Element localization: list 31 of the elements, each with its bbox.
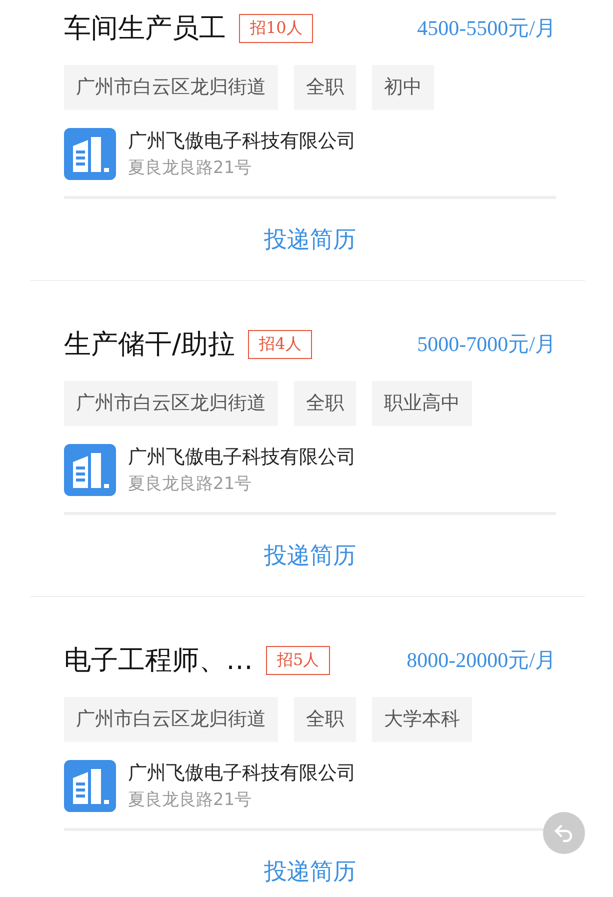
job-title: 车间生产员工 [64, 12, 226, 46]
job-tag: 广州市白云区龙归街道 [64, 697, 278, 742]
building-icon [64, 760, 116, 812]
job-tag: 全职 [294, 697, 356, 742]
job-tag: 广州市白云区龙归街道 [64, 65, 278, 110]
company-address: 夏良龙良路21号 [128, 157, 253, 179]
salary: 5000-7000元/月 [417, 331, 556, 358]
company-address: 夏良龙良路21号 [128, 789, 253, 811]
company-name: 广州飞傲电子科技有限公司 [128, 761, 356, 786]
job-title: 电子工程师、… [64, 644, 253, 678]
job-title: 生产储干/助拉 [64, 328, 236, 362]
headcount-tag: 招10人 [239, 14, 314, 42]
job-tag: 广州市白云区龙归街道 [64, 381, 278, 426]
back-button[interactable] [543, 812, 585, 854]
job-tag: 大学本科 [372, 697, 472, 742]
company-address: 夏良龙良路21号 [128, 473, 253, 495]
headcount-tag: 招4人 [248, 330, 312, 358]
job-tag: 全职 [294, 65, 356, 110]
apply-button[interactable]: 投递简历 [258, 515, 362, 596]
job-tag: 初中 [372, 65, 434, 110]
apply-button[interactable]: 投递简历 [258, 199, 362, 280]
company-name: 广州飞傲电子科技有限公司 [128, 445, 356, 470]
company-name: 广州飞傲电子科技有限公司 [128, 129, 356, 154]
salary: 8000-20000元/月 [406, 647, 556, 674]
building-icon [64, 128, 116, 180]
headcount-tag: 招5人 [266, 646, 330, 674]
apply-button[interactable]: 投递简历 [258, 831, 362, 897]
job-tag: 全职 [294, 381, 356, 426]
job-tag: 职业高中 [372, 381, 472, 426]
building-icon [64, 444, 116, 496]
salary: 4500-5500元/月 [417, 15, 556, 42]
